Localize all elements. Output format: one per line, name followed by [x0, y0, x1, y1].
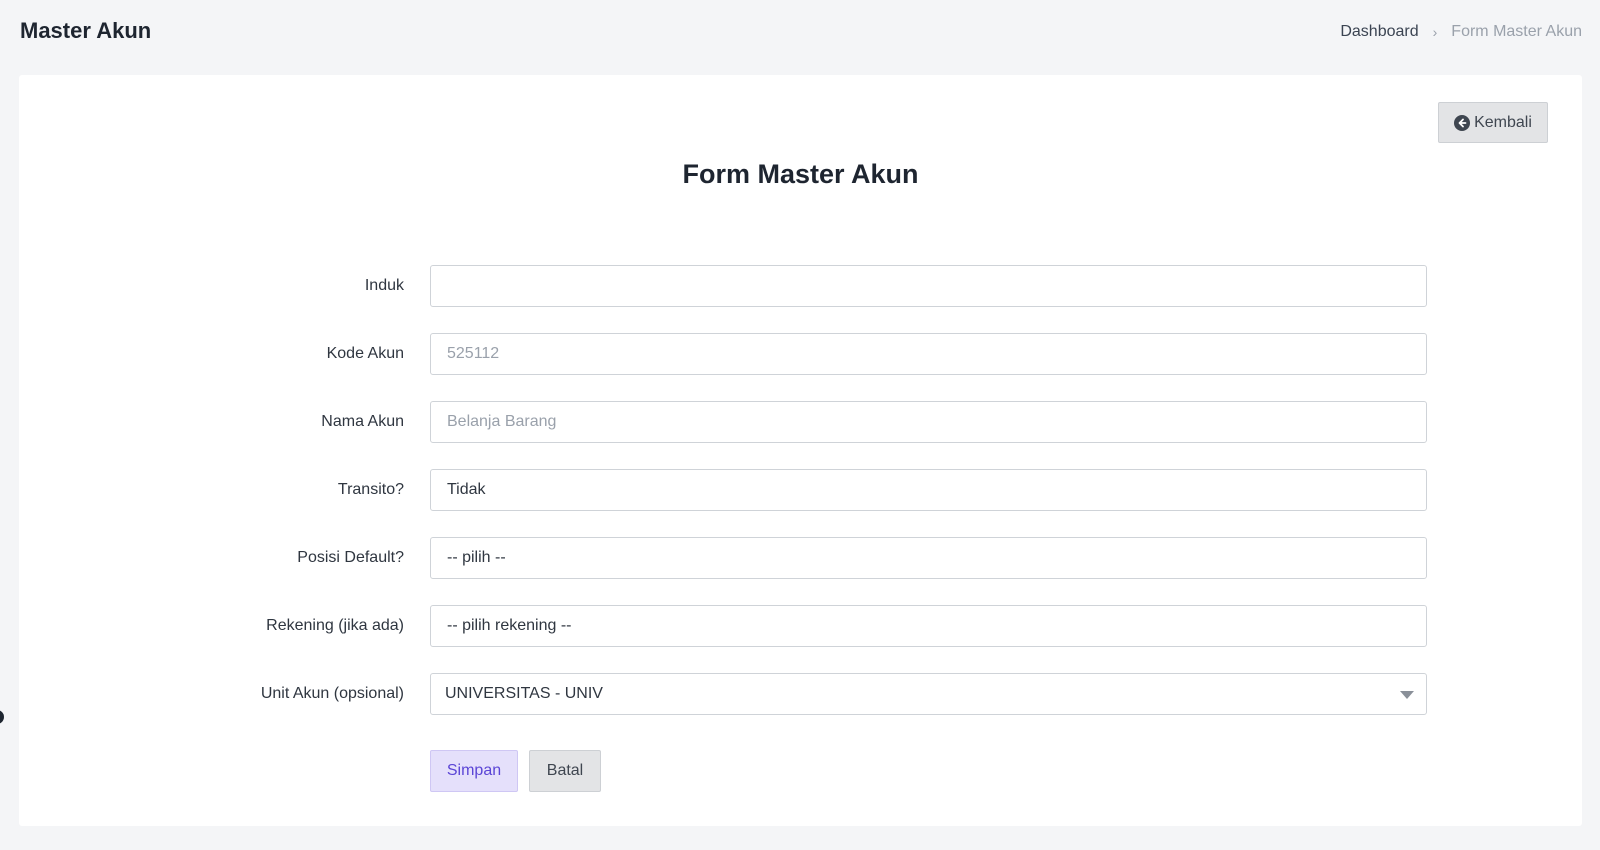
- unit-akun-label: Unit Akun (opsional): [260, 685, 404, 702]
- sidebar-toggle-handle[interactable]: [0, 710, 4, 724]
- chevron-down-icon: [1400, 691, 1414, 699]
- form-row-kode-akun: Kode Akun: [19, 333, 1582, 375]
- arrow-circle-left-icon: [1454, 114, 1471, 131]
- form-title: Form Master Akun: [682, 159, 919, 189]
- breadcrumb-link-dashboard[interactable]: Dashboard: [1340, 23, 1418, 41]
- rekening-selected-value: -- pilih rekening --: [447, 617, 572, 634]
- form-row-unit-akun: Unit Akun (opsional) UNIVERSITAS - UNIV: [19, 673, 1582, 715]
- form-card: Kembali Form Master Akun Induk Kode Akun…: [19, 75, 1582, 826]
- unit-akun-selected-value: UNIVERSITAS - UNIV: [445, 685, 603, 702]
- page-header: Master Akun Dashboard › Form Master Akun: [0, 0, 1600, 66]
- transito-select[interactable]: Tidak: [430, 469, 1427, 511]
- kode-akun-label: Kode Akun: [326, 345, 404, 362]
- rekening-label: Rekening (jika ada): [266, 617, 404, 634]
- induk-input[interactable]: [430, 265, 1427, 307]
- nama-akun-input[interactable]: [430, 401, 1427, 443]
- form-actions: Simpan Batal: [430, 750, 601, 792]
- chevron-right-icon: ›: [1432, 24, 1438, 40]
- kode-akun-input[interactable]: [430, 333, 1427, 375]
- form-row-nama-akun: Nama Akun: [19, 401, 1582, 443]
- cancel-button[interactable]: Batal: [529, 750, 601, 792]
- back-button-label: Kembali: [1474, 113, 1532, 131]
- save-button[interactable]: Simpan: [430, 750, 518, 792]
- breadcrumb: Dashboard › Form Master Akun: [1340, 23, 1582, 41]
- form-row-rekening: Rekening (jika ada) -- pilih rekening --: [19, 605, 1582, 647]
- form-row-posisi-default: Posisi Default? -- pilih --: [19, 537, 1582, 579]
- form-row-transito: Transito? Tidak: [19, 469, 1582, 511]
- posisi-default-selected-value: -- pilih --: [447, 549, 506, 566]
- nama-akun-label: Nama Akun: [321, 413, 404, 430]
- unit-akun-select[interactable]: UNIVERSITAS - UNIV: [430, 673, 1427, 715]
- page-title: Master Akun: [20, 18, 152, 43]
- transito-selected-value: Tidak: [447, 481, 486, 498]
- rekening-select[interactable]: -- pilih rekening --: [430, 605, 1427, 647]
- induk-label: Induk: [364, 277, 404, 294]
- posisi-default-label: Posisi Default?: [297, 549, 404, 566]
- breadcrumb-current: Form Master Akun: [1451, 23, 1582, 40]
- posisi-default-select[interactable]: -- pilih --: [430, 537, 1427, 579]
- back-button[interactable]: Kembali: [1438, 102, 1548, 143]
- form-row-induk: Induk: [19, 265, 1582, 307]
- transito-label: Transito?: [337, 481, 404, 498]
